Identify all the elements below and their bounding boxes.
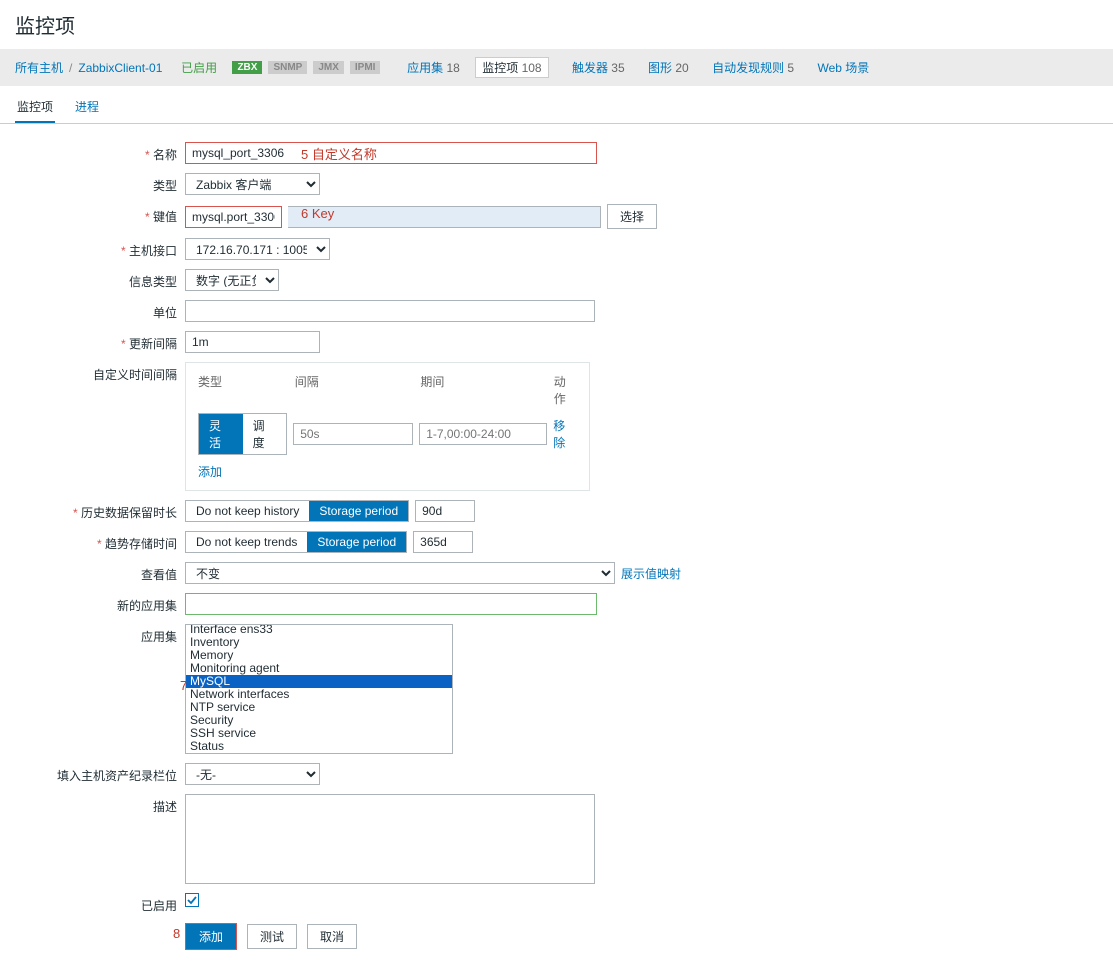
host-interface-select[interactable]: 172.16.70.171 : 10050 xyxy=(185,238,330,260)
annotation-8: 8 xyxy=(173,926,180,941)
applications-listbox[interactable]: Interface ens33InventoryMemoryMonitoring… xyxy=(185,624,453,754)
breadcrumb-sep: / xyxy=(69,61,72,75)
count-discovery: 5 xyxy=(787,61,794,75)
list-item[interactable]: SSH service xyxy=(186,727,452,740)
trend-dnk[interactable]: Do not keep trends xyxy=(186,532,307,552)
label-inventory: 填入主机资产纪录栏位 xyxy=(0,763,185,784)
history-sp[interactable]: Storage period xyxy=(309,501,408,521)
trend-period-input[interactable] xyxy=(413,531,473,553)
label-host-interface: 主机接口 xyxy=(0,238,185,259)
key-input-highlight[interactable] xyxy=(186,207,281,227)
info-type-select[interactable]: 数字 (无正负) xyxy=(185,269,279,291)
link-discovery[interactable]: 自动发现规则 xyxy=(712,61,784,75)
check-icon xyxy=(187,895,197,905)
label-name: 名称 xyxy=(0,142,185,163)
label-apps: 应用集 xyxy=(0,624,185,645)
tag-ipmi: IPMI xyxy=(350,61,381,74)
annotation-7: 7 xyxy=(180,678,187,693)
key-input-rest[interactable] xyxy=(288,206,601,228)
add-button[interactable]: 添加 xyxy=(186,924,236,949)
trend-segment: Do not keep trends Storage period xyxy=(185,531,407,553)
annotation-5: 5 自定义名称 xyxy=(301,144,377,163)
tag-snmp: SNMP xyxy=(268,61,307,74)
ci-period-input[interactable] xyxy=(419,423,547,445)
ci-head-period: 期间 xyxy=(420,373,553,407)
link-triggers[interactable]: 触发器 xyxy=(572,61,608,75)
trend-sp[interactable]: Storage period xyxy=(307,532,406,552)
name-input[interactable] xyxy=(186,143,596,163)
form: 名称 5 自定义名称 类型 Zabbix 客户端 键值 6 Key 选择 主机接… xyxy=(0,124,1113,968)
label-info-type: 信息类型 xyxy=(0,269,185,290)
label-update-interval: 更新间隔 xyxy=(0,331,185,352)
interval-box: 类型 间隔 期间 动作 灵活 调度 移除 添加 xyxy=(185,362,590,491)
ci-head-action: 动作 xyxy=(554,373,577,407)
tabs: 监控项 进程 xyxy=(0,86,1113,124)
label-enabled: 已启用 xyxy=(0,893,185,914)
label-trend: 趋势存储时间 xyxy=(0,531,185,552)
tag-jmx: JMX xyxy=(313,61,344,74)
header-bar: 所有主机 / ZabbixClient-01 已启用 ZBX SNMP JMX IPM… xyxy=(0,49,1113,86)
show-value-select[interactable]: 不变 xyxy=(185,562,615,584)
label-description: 描述 xyxy=(0,794,185,815)
link-graphs[interactable]: 图形 xyxy=(648,61,672,75)
status-enabled: 已启用 xyxy=(181,59,217,76)
show-value-map-link[interactable]: 展示值映射 xyxy=(621,565,681,582)
enabled-checkbox[interactable] xyxy=(185,893,199,907)
test-button[interactable]: 测试 xyxy=(247,924,297,949)
tab-process[interactable]: 进程 xyxy=(73,92,101,123)
ci-add-link[interactable]: 添加 xyxy=(198,465,222,479)
link-items-current: 监控项 108 xyxy=(475,57,548,78)
update-interval-input[interactable] xyxy=(185,331,320,353)
label-history: 历史数据保留时长 xyxy=(0,500,185,521)
link-web[interactable]: Web 场景 xyxy=(817,59,869,76)
breadcrumb-host[interactable]: ZabbixClient-01 xyxy=(78,61,162,75)
label-new-app: 新的应用集 xyxy=(0,593,185,614)
label-show-value: 查看值 xyxy=(0,562,185,583)
type-select[interactable]: Zabbix 客户端 xyxy=(185,173,320,195)
ci-flex-seg[interactable]: 灵活 xyxy=(199,414,243,454)
label-key: 键值 xyxy=(0,204,185,225)
count-applications: 18 xyxy=(447,61,460,75)
ci-interval-input[interactable] xyxy=(293,423,413,445)
tag-zbx: ZBX xyxy=(232,61,262,74)
unit-input[interactable] xyxy=(185,300,595,322)
inventory-select[interactable]: -无- xyxy=(185,763,320,785)
description-textarea[interactable] xyxy=(185,794,595,884)
new-app-input[interactable] xyxy=(186,594,596,614)
page-title: 监控项 xyxy=(0,0,1113,49)
history-segment: Do not keep history Storage period xyxy=(185,500,409,522)
history-period-input[interactable] xyxy=(415,500,475,522)
label-custom-intervals: 自定义时间间隔 xyxy=(0,362,185,383)
ci-head-type: 类型 xyxy=(198,373,295,407)
ci-remove-link[interactable]: 移除 xyxy=(553,417,577,451)
tab-item[interactable]: 监控项 xyxy=(15,92,55,123)
label-type: 类型 xyxy=(0,173,185,194)
breadcrumb-all-hosts[interactable]: 所有主机 xyxy=(15,59,63,76)
label-unit: 单位 xyxy=(0,300,185,321)
count-graphs: 20 xyxy=(675,61,688,75)
ci-schedule-seg[interactable]: 调度 xyxy=(243,414,287,454)
ci-type-segment: 灵活 调度 xyxy=(198,413,287,455)
cancel-button[interactable]: 取消 xyxy=(307,924,357,949)
ci-head-interval: 间隔 xyxy=(295,373,421,407)
link-applications[interactable]: 应用集 xyxy=(407,61,443,75)
history-dnk[interactable]: Do not keep history xyxy=(186,501,309,521)
list-item[interactable]: Storage xyxy=(186,753,452,754)
annotation-6: 6 Key xyxy=(301,206,334,221)
count-triggers: 35 xyxy=(611,61,624,75)
select-button[interactable]: 选择 xyxy=(607,204,657,229)
